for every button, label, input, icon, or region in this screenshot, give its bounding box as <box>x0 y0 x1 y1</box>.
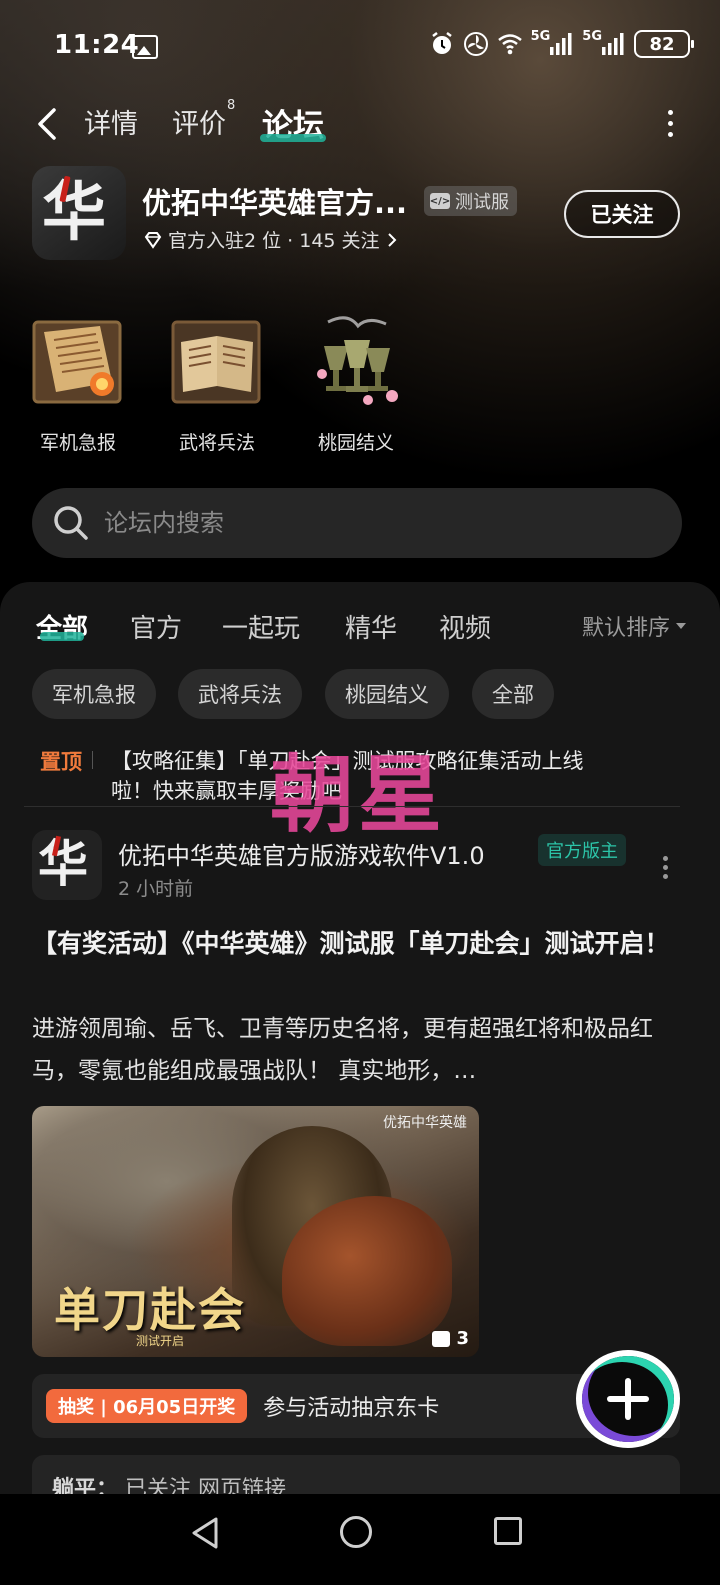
tab-review-badge: 8 <box>227 98 236 113</box>
image-icon <box>432 1330 451 1347</box>
image-count: 3 <box>432 1328 469 1349</box>
top-nav: 详情 评价8 论坛 <box>0 98 720 150</box>
lottery-badge: 抽奖 | 06月05日开奖 <box>46 1389 248 1423</box>
diamond-icon <box>144 231 162 249</box>
feed-tab-official[interactable]: 官方 <box>130 608 182 645</box>
post-title[interactable]: 【有奖活动】《中华英雄》测试服「单刀赴会」测试开启！ <box>32 922 692 966</box>
fan-icon <box>463 32 488 56</box>
filter-chip[interactable]: 桃园结义 <box>325 669 449 719</box>
app-logo-glyph: 华 <box>42 175 106 250</box>
signal-icon-2 <box>602 33 624 55</box>
more-options-icon[interactable] <box>668 110 674 138</box>
quick-section-tactics[interactable]: 武将兵法 <box>167 312 267 455</box>
quick-section-label: 桃园结义 <box>317 432 394 454</box>
post-image[interactable]: 优拓中华英雄 单刀赴会 测试开启 3 <box>32 1106 479 1357</box>
app-stats-text: 官方入驻2 位 · 145 关注 <box>168 230 380 252</box>
tab-review[interactable]: 评价8 <box>172 98 235 141</box>
active-tab-indicator <box>260 134 326 142</box>
network-label-1: 5G <box>530 28 551 44</box>
code-icon: </> <box>430 193 450 209</box>
tab-review-label: 评价 <box>172 109 226 140</box>
search-icon <box>54 506 88 540</box>
follow-button[interactable]: 已关注 <box>564 190 680 238</box>
filter-chip[interactable]: 全部 <box>472 669 554 719</box>
battery-icon: 82 <box>634 30 694 58</box>
search-input[interactable] <box>104 509 604 537</box>
alarm-icon <box>431 32 452 54</box>
chevron-right-icon <box>387 232 396 247</box>
image-logo: 优拓中华英雄 <box>383 1115 467 1131</box>
avatar-glyph: 华 <box>38 834 88 893</box>
sort-label: 默认排序 <box>581 616 670 641</box>
new-post-button[interactable] <box>576 1350 680 1448</box>
system-home-icon[interactable] <box>340 1516 372 1548</box>
gallery-notification-icon <box>132 35 158 59</box>
moderator-badge: 官方版主 <box>538 834 626 866</box>
plus-icon <box>607 1378 649 1420</box>
feed-tab-indicator <box>40 632 84 641</box>
image-caption: 单刀赴会 <box>54 1283 246 1337</box>
signal-icon <box>550 33 572 55</box>
system-navigation-bar <box>0 1494 720 1585</box>
watermark: 朝星 <box>270 746 447 844</box>
server-badge-label: 测试服 <box>455 192 509 213</box>
image-subcaption: 测试开启 <box>136 1334 185 1348</box>
status-icons: 5G 5G 82 <box>429 28 694 58</box>
post-author-avatar[interactable]: 华 <box>32 830 102 900</box>
quick-section-label: 武将兵法 <box>178 432 255 454</box>
tab-detail[interactable]: 详情 <box>84 102 138 141</box>
system-recents-icon[interactable] <box>494 1517 522 1545</box>
app-stats[interactable]: 官方入驻2 位 · 145 关注 <box>144 226 398 253</box>
divider <box>24 806 680 807</box>
network-label-2: 5G <box>582 28 602 44</box>
quick-section-news[interactable]: 军机急报 <box>28 312 128 455</box>
server-badge: </> 测试服 <box>424 186 517 216</box>
goblets-icon <box>308 312 404 408</box>
post-more-icon[interactable] <box>663 856 668 880</box>
image-count-value: 3 <box>456 1328 469 1349</box>
book-icon <box>169 312 265 408</box>
back-arrow-icon[interactable] <box>34 106 62 142</box>
post-time: 2 小时前 <box>118 878 194 900</box>
quick-section-label: 军机急报 <box>39 432 116 454</box>
feed-tab-featured[interactable]: 精华 <box>345 608 397 645</box>
caret-down-icon <box>676 623 686 629</box>
pinned-divider <box>92 751 93 769</box>
feed-tab-video[interactable]: 视频 <box>439 608 491 645</box>
new-post-button-inner <box>582 1356 674 1442</box>
feed-tab-play-together[interactable]: 一起玩 <box>222 608 300 645</box>
status-bar: 11:24 5G 5G 82 <box>0 22 720 70</box>
wifi-icon <box>497 34 522 55</box>
quick-section-oath[interactable]: 桃园结义 <box>306 312 406 455</box>
sort-dropdown[interactable]: 默认排序 <box>582 610 686 642</box>
app-title[interactable]: 优拓中华英雄官方... <box>142 180 417 222</box>
app-logo[interactable]: 华 <box>32 166 126 260</box>
system-back-icon[interactable] <box>190 1516 222 1550</box>
status-time: 11:24 <box>54 30 140 60</box>
lottery-text: 参与活动抽京东卡 <box>263 1396 440 1421</box>
filter-chip[interactable]: 军机急报 <box>32 669 156 719</box>
filter-chip[interactable]: 武将兵法 <box>178 669 302 719</box>
post-author-name[interactable]: 优拓中华英雄官方版游戏软件V1.0 <box>118 836 485 871</box>
forum-search-bar[interactable] <box>32 488 682 558</box>
pinned-tag: 置顶 <box>40 750 82 774</box>
post-body[interactable]: 进游领周瑜、岳飞、卫青等历史名将，更有超强红将和极品红马，零氪也能组成最强战队！… <box>32 1008 682 1092</box>
scroll-icon <box>30 312 126 408</box>
